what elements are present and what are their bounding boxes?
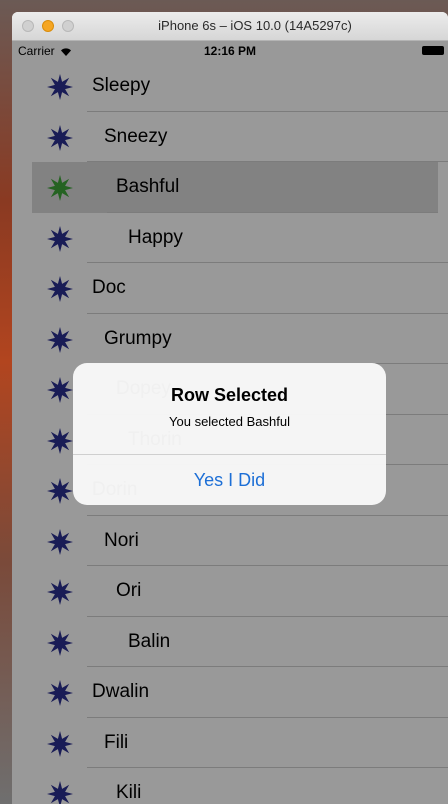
window-titlebar: iPhone 6s – iOS 10.0 (14A5297c) [12,12,448,41]
alert-confirm-button[interactable]: Yes I Did [73,455,386,505]
window-close-button[interactable] [22,20,34,32]
window-title: iPhone 6s – iOS 10.0 (14A5297c) [158,18,352,33]
alert-title: Row Selected [170,385,289,405]
alert-dialog: Row Selected You selected Bashful Yes I … [73,363,386,505]
device-screen: Carrier 12:16 PM Sleepy Sneezy Bashful Happ… [12,41,448,804]
simulator-window: iPhone 6s – iOS 10.0 (14A5297c) Carrier … [12,12,448,804]
window-minimize-button[interactable] [42,20,54,32]
alert-message: You selected Bashful [169,414,290,429]
window-zoom-button[interactable] [62,20,74,32]
